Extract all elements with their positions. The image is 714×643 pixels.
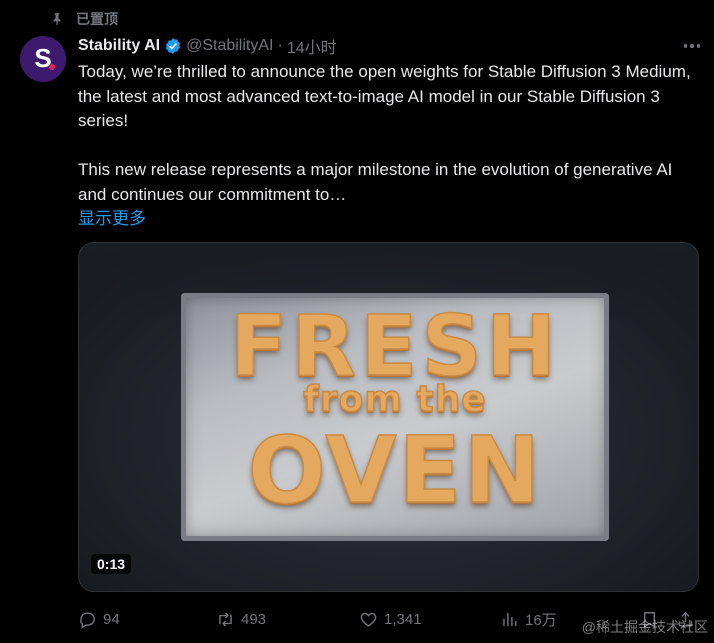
retweet-count: 493	[241, 610, 267, 628]
tweet-header: Stability AI @StabilityAI · 14小时	[78, 35, 700, 57]
views-chart-icon	[503, 612, 517, 626]
show-more-link[interactable]: 显示更多	[78, 204, 146, 229]
author-handle[interactable]: @StabilityAI	[186, 37, 273, 55]
video-thumbnail-baking-tray: FRESH from the OVEN	[181, 293, 609, 541]
cookie-text-line-2: from the	[303, 378, 487, 421]
avatar[interactable]: S	[20, 36, 66, 82]
retweet-button[interactable]: 493	[216, 607, 266, 631]
tweet-paragraph-2: This new release represents a major mile…	[78, 160, 673, 204]
video-player[interactable]: FRESH from the OVEN 0:13	[78, 242, 699, 592]
heart-icon	[360, 612, 377, 627]
pinned-label: 已置顶	[76, 11, 118, 27]
more-dots-icon[interactable]	[683, 35, 700, 57]
views-count: 16万	[525, 611, 557, 629]
reply-icon	[80, 611, 95, 629]
like-count: 1,341	[384, 610, 422, 628]
reply-button[interactable]: 94	[78, 607, 120, 631]
reply-count: 94	[103, 610, 120, 628]
video-duration-badge: 0:13	[91, 554, 132, 574]
verified-badge-icon[interactable]	[164, 37, 182, 55]
views-button[interactable]: 16万	[500, 607, 557, 631]
tweet-text: Today, we’re thrilled to announce the op…	[78, 60, 698, 207]
tweet-timestamp[interactable]: 14小时	[287, 34, 337, 58]
pinned-indicator: 已置顶	[50, 9, 118, 29]
cookie-text-line-3: OVEN	[247, 416, 543, 525]
tweet-card[interactable]: 已置顶 S Stability AI @StabilityAI · 14小时 T…	[0, 0, 714, 643]
avatar-dot	[49, 64, 55, 70]
retweet-icon	[219, 612, 232, 626]
header-separator: ·	[277, 37, 283, 54]
watermark: @稀土掘金技术社区	[581, 619, 708, 635]
tweet-paragraph-1: Today, we’re thrilled to announce the op…	[78, 62, 691, 130]
like-button[interactable]: 1,341	[359, 607, 422, 631]
author-display-name[interactable]: Stability AI	[78, 37, 160, 55]
pin-icon	[53, 13, 61, 26]
